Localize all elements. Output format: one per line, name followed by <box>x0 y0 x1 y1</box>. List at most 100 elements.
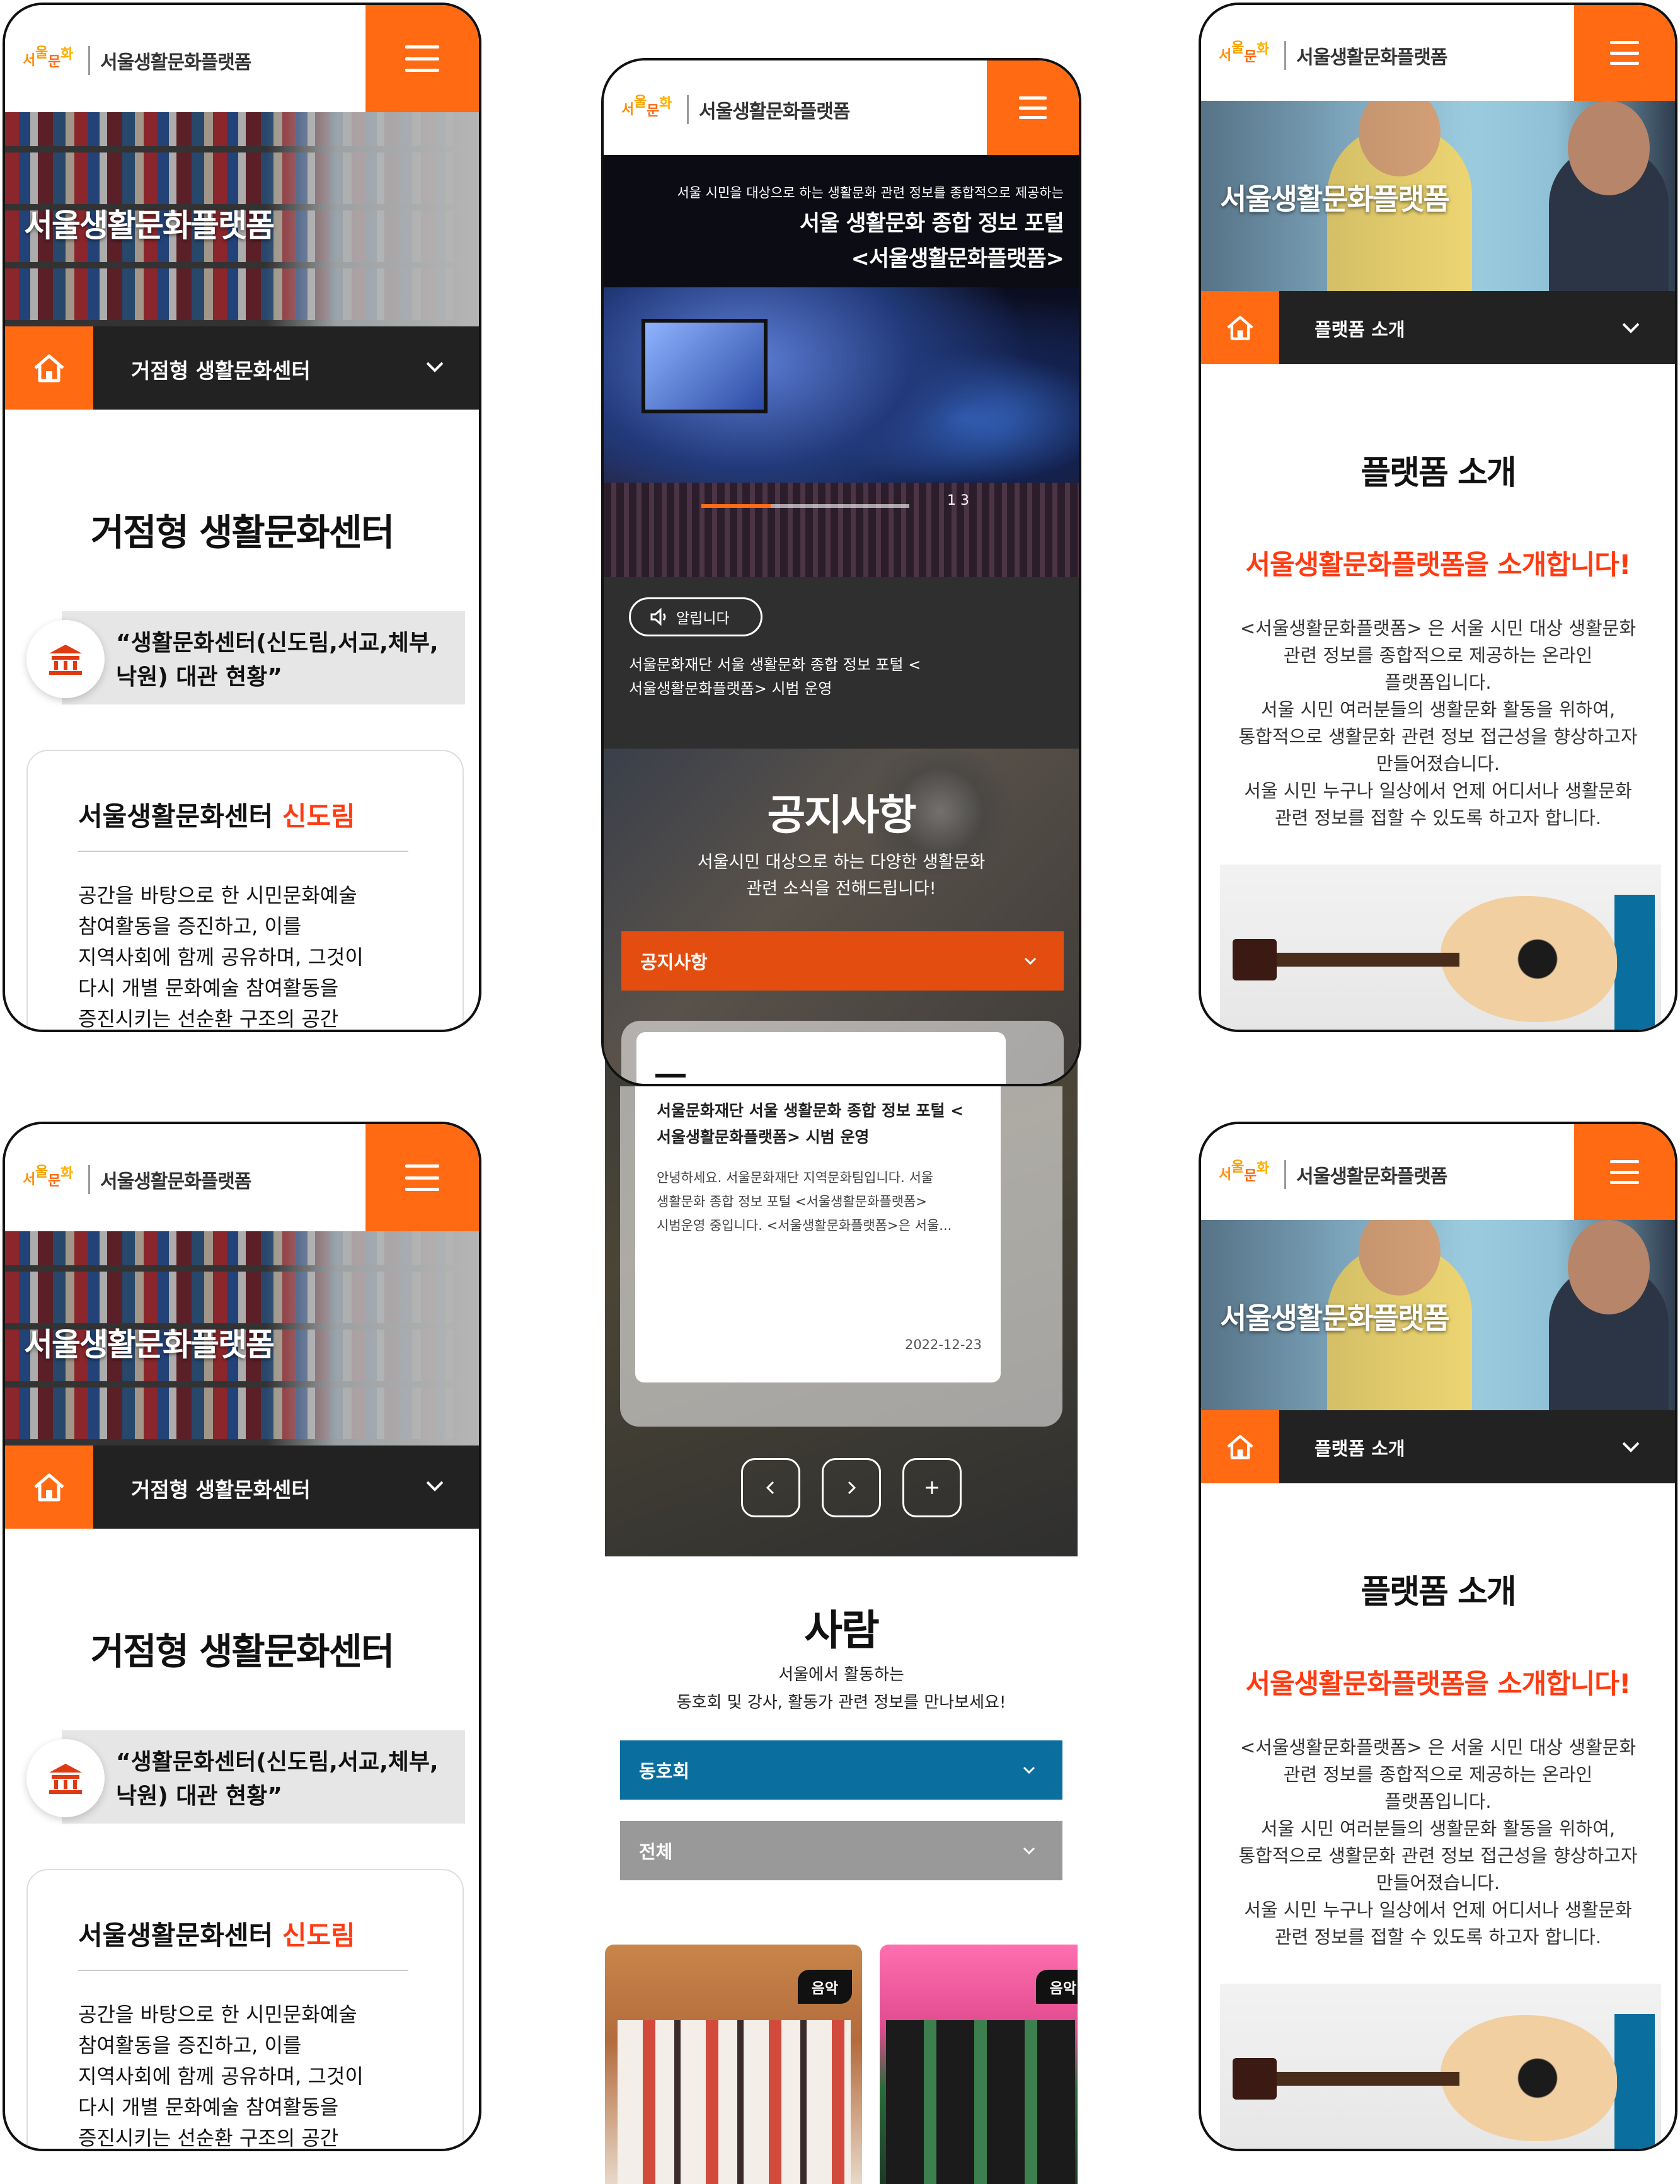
chevron-left-icon <box>766 1481 774 1495</box>
notice-card-title: 서울문화재단 서울 생활문화 종합 정보 포털 < 서울생활문화플랫폼> 시범 … <box>657 1098 964 1151</box>
notice-desc: 서울시민 대상으로 하는 다양한 생활문화 관련 소식을 전해드립니다! <box>604 849 1079 902</box>
chevron-down-icon[interactable] <box>1618 1434 1643 1459</box>
quote-line: “생활문화센터(신도림,서교,체부, <box>116 630 439 656</box>
intro-body-line: 관련 정보를 종합적으로 제공하는 온라인 <box>1283 645 1593 666</box>
quote-line: 낙원) 대관 현황” <box>116 1783 282 1809</box>
announce-badge[interactable]: 알립니다 <box>629 597 762 636</box>
card-body: 공간을 바탕으로 한 시민문화예술 참여활동을 증진하고, 이를 지역사회에 함… <box>78 1999 364 2150</box>
menu-button[interactable] <box>1574 1124 1675 1220</box>
announce-line: 서울문화재단 서울 생활문화 종합 정보 포털 < <box>629 656 921 674</box>
notice-dropdown[interactable]: 공지사항 <box>621 931 1064 991</box>
logo-mark: 서울문화 <box>23 1164 74 1189</box>
hero-title: 서울생활문화플랫폼 <box>24 207 275 244</box>
chevron-down-icon[interactable] <box>422 354 447 379</box>
people-title: 사람 <box>804 1606 879 1655</box>
menu-button[interactable] <box>1574 5 1675 101</box>
notice-dropdown-label: 공지사항 <box>640 951 708 973</box>
home-button[interactable] <box>1201 1410 1279 1483</box>
guitar-body <box>1441 896 1617 1022</box>
chevron-right-icon <box>848 1481 856 1495</box>
club-card-1[interactable]: 음악 <box>605 1945 862 2184</box>
intro-body-line: 통합적으로 생활문화 관련 정보 접근성을 향상하고자 <box>1238 726 1638 747</box>
slider-progress[interactable] <box>701 504 909 508</box>
notice-more-button[interactable] <box>902 1458 962 1517</box>
logo[interactable]: 서울문화 서울생활문화플랫폼 <box>1219 1156 1447 1193</box>
home-button[interactable] <box>5 326 93 410</box>
card-title-highlight: 신도림 <box>282 801 355 832</box>
hero-banner: 서울생활문화플랫폼 <box>5 1231 479 1445</box>
people-desc-line: 동호회 및 강사, 활동가 관련 정보를 만나보세요! <box>676 1693 1006 1712</box>
logo-divider <box>88 1165 90 1194</box>
logo[interactable]: 서울문화 서울생활문화플랫폼 <box>621 91 850 129</box>
guitar-body <box>1441 2015 1617 2141</box>
notice-card-body: 안녕하세요. 서울문화재단 지역문화팀입니다. 서울 생활문화 종합 정보 포털… <box>657 1166 952 1238</box>
notice-desc-line: 서울시민 대상으로 하는 다양한 생활문화 <box>697 853 986 872</box>
nav-dropdown-label[interactable]: 플랫폼 소개 <box>1315 1434 1405 1461</box>
notice-card-date: 2022-12-23 <box>904 1337 982 1352</box>
quote-line: “생활문화센터(신도림,서교,체부, <box>116 1749 439 1775</box>
concert-photo <box>604 287 1079 577</box>
chevron-down-icon <box>1024 957 1037 965</box>
main-hero: 서울 시민을 대상으로 하는 생활문화 관련 정보를 종합적으로 제공하는 서울… <box>604 155 1079 577</box>
plus-icon <box>926 1481 938 1494</box>
speaker-icon <box>650 608 666 626</box>
nav-dropdown-label[interactable]: 거점형 생활문화센터 <box>131 1473 311 1503</box>
notice-title: 공지사항 <box>767 791 917 839</box>
intro-body-line: 관련 정보를 접할 수 있도록 하고자 합니다. <box>1274 807 1602 829</box>
home-button[interactable] <box>5 1445 93 1529</box>
hero-subtitle: 서울 시민을 대상으로 하는 생활문화 관련 정보를 종합적으로 제공하는 <box>677 185 1064 200</box>
card-body-line: 공간을 바탕으로 한 시민문화예술 <box>78 2003 357 2026</box>
intro-body-line: 관련 정보를 접할 수 있도록 하고자 합니다. <box>1274 1926 1602 1948</box>
sub-navigation: 거점형 생활문화센터 <box>5 1445 479 1529</box>
chevron-down-icon <box>1023 1766 1035 1774</box>
sub-navigation: 플랫폼 소개 <box>1201 1410 1675 1483</box>
orchestra <box>604 483 1079 577</box>
quote-text: “생활문화센터(신도림,서교,체부, 낙원) 대관 현황” <box>116 626 439 694</box>
menu-button[interactable] <box>365 1124 479 1231</box>
center-card[interactable]: 서울생활문화센터 신도림 공간을 바탕으로 한 시민문화예술 참여활동을 증진하… <box>26 750 464 1030</box>
category-dropdown[interactable]: 전체 <box>620 1821 1062 1880</box>
intro-body-line: 통합적으로 생활문화 관련 정보 접근성을 향상하고자 <box>1238 1845 1638 1866</box>
hero-title: 서울생활문화플랫폼 <box>1220 1301 1450 1335</box>
announce-badge-label: 알립니다 <box>676 611 730 627</box>
hero-title-line1: 서울 생활문화 종합 정보 포털 <box>799 211 1064 236</box>
club-card-2[interactable]: 음악 <box>880 1945 1078 2184</box>
intro-body-line: 만들어졌습니다. <box>1376 1872 1500 1894</box>
notice-prev-button[interactable] <box>741 1458 800 1517</box>
chevron-down-icon <box>1023 1847 1035 1855</box>
intro-headline: 서울생활문화플랫폼을 소개합니다! <box>1245 549 1631 581</box>
menu-button[interactable] <box>987 60 1079 155</box>
center-card[interactable]: 서울생활문화센터 신도림 공간을 바탕으로 한 시민문화예술 참여활동을 증진하… <box>26 1869 464 2150</box>
card-body-line: 증진시키는 선순환 구조의 공간 <box>78 2126 339 2150</box>
nav-dropdown-label[interactable]: 거점형 생활문화센터 <box>131 354 311 384</box>
notice-card-body-line: 생활문화 종합 정보 포털 <서울생활문화플랫폼> <box>657 1194 927 1209</box>
home-button[interactable] <box>1201 291 1279 364</box>
nav-dropdown-label[interactable]: 플랫폼 소개 <box>1315 315 1405 342</box>
mockup-canvas: 서울문화 서울생활문화플랫폼 서울생활문화플랫폼 거점형 생활문화센터 거점형 … <box>0 0 1680 2184</box>
drag-handle[interactable] <box>655 1074 686 1078</box>
intro-body-line: <서울생활문화플랫폼> 은 서울 시민 대상 생활문화 <box>1240 1737 1637 1758</box>
notice-card[interactable]: 서울문화재단 서울 생활문화 종합 정보 포털 < 서울생활문화플랫폼> 시범 … <box>635 1086 1001 1382</box>
chevron-down-icon[interactable] <box>422 1473 447 1498</box>
notice-card-title-line: 서울생활문화플랫폼> 시범 운영 <box>657 1128 870 1146</box>
hero-banner: 서울생활문화플랫폼 <box>5 112 479 326</box>
guitar-head <box>1233 939 1277 980</box>
chevron-down-icon[interactable] <box>1618 315 1643 340</box>
intro-body-line: 관련 정보를 종합적으로 제공하는 온라인 <box>1283 1764 1593 1785</box>
logo-text: 서울생활문화플랫폼 <box>1296 1166 1447 1188</box>
logo[interactable]: 서울문화 서울생활문화플랫폼 <box>1219 37 1447 74</box>
notice-card-body-line: 안녕하세요. 서울문화재단 지역문화팀입니다. 서울 <box>657 1170 934 1185</box>
card-divider <box>78 851 408 852</box>
logo[interactable]: 서울문화 서울생활문화플랫폼 <box>23 1161 251 1198</box>
club-dropdown[interactable]: 동호회 <box>620 1740 1062 1800</box>
guitar-image <box>1220 1984 1661 2149</box>
card-body: 공간을 바탕으로 한 시민문화예술 참여활동을 증진하고, 이를 지역사회에 함… <box>78 880 364 1030</box>
announce-text[interactable]: 서울문화재단 서울 생활문화 종합 정보 포털 < 서울생활문화플랫폼> 시범 … <box>629 653 921 701</box>
guitar-image <box>1220 865 1661 1030</box>
quote-text: “생활문화센터(신도림,서교,체부, 낙원) 대관 현황” <box>116 1745 439 1813</box>
home-icon <box>34 354 64 382</box>
home-icon <box>1227 1435 1253 1459</box>
notice-next-button[interactable] <box>822 1458 881 1517</box>
logo[interactable]: 서울문화 서울생활문화플랫폼 <box>23 42 251 79</box>
menu-button[interactable] <box>365 5 479 112</box>
